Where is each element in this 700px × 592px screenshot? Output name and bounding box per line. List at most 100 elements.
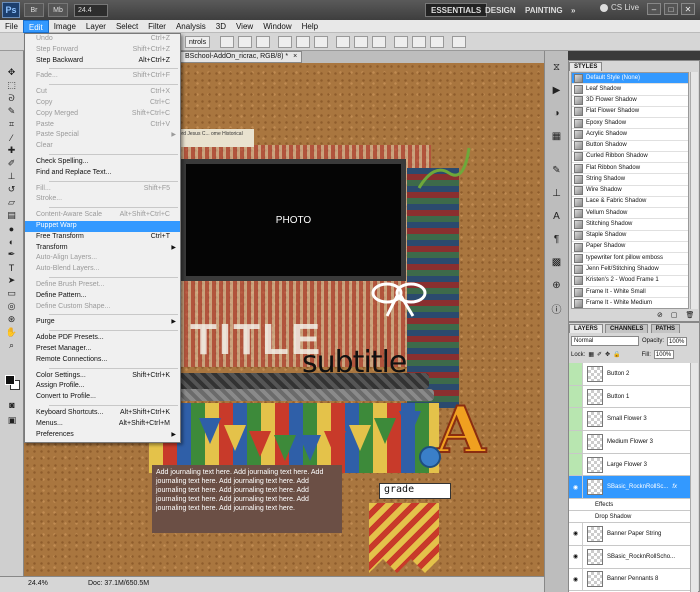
menu-layer[interactable]: Layer	[81, 20, 111, 33]
edit-menu-item-convert-to-profile[interactable]: Convert to Profile...	[25, 392, 180, 403]
layer-effect-row[interactable]: Effects	[569, 499, 691, 512]
gradient-tool-icon[interactable]: ▤	[4, 210, 20, 221]
styles-panel-tab[interactable]: STYLES	[569, 62, 603, 71]
blur-tool-icon[interactable]: ●	[4, 223, 20, 234]
style-item-lace-fabric-shadow[interactable]: Lace & Fabric Shadow	[572, 197, 688, 209]
edit-menu-item-adobe-pdf-presets[interactable]: Adobe PDF Presets...	[25, 333, 180, 344]
eraser-tool-icon[interactable]: ▱	[4, 197, 20, 208]
style-item-paper-shadow[interactable]: Paper Shadow	[572, 242, 688, 254]
clear-style-icon[interactable]: ⊘	[657, 311, 663, 319]
new-style-icon[interactable]: ▢	[671, 311, 678, 319]
cs-live-button[interactable]: CS Live	[600, 3, 639, 12]
edit-menu-item-color-settings[interactable]: Color Settings... Shift+Ctrl+K	[25, 371, 180, 382]
masks-panel-icon[interactable]: ▦	[550, 129, 564, 143]
healing-brush-tool-icon[interactable]: ✚	[4, 145, 20, 156]
menu-3d[interactable]: 3D	[211, 20, 231, 33]
tab-channels[interactable]: CHANNELS	[605, 324, 649, 333]
shape-tool-icon[interactable]: ▭	[4, 288, 20, 299]
layer-row[interactable]: Button 1	[569, 385, 691, 409]
zoom-level-field[interactable]: 24.4	[74, 3, 108, 17]
edit-menu-item-transform[interactable]: Transform ▶	[25, 243, 180, 254]
navigator-panel-icon[interactable]: ⊕	[550, 278, 564, 292]
style-item-epoxy-shadow[interactable]: Epoxy Shadow	[572, 118, 688, 130]
style-item-default-style-none[interactable]: Default Style (None)	[572, 73, 688, 85]
brush-panel-icon[interactable]: ✎	[550, 163, 564, 177]
options-controls-label[interactable]: ntrols	[185, 36, 211, 48]
edit-menu-item-step-backward[interactable]: Step Backward Alt+Ctrl+Z	[25, 56, 180, 67]
menu-window[interactable]: Window	[258, 20, 296, 33]
auto-align-icon[interactable]	[452, 36, 466, 48]
fill-field[interactable]: 100%	[653, 350, 674, 359]
distribute-center-icon[interactable]	[412, 36, 426, 48]
crop-tool-icon[interactable]: ⌗	[4, 119, 20, 130]
align-left-icon[interactable]	[278, 36, 292, 48]
blend-mode-select[interactable]: Normal	[571, 336, 639, 346]
swatches-panel-icon[interactable]: ▩	[550, 255, 564, 269]
edit-menu-item-assign-profile[interactable]: Assign Profile...	[25, 381, 180, 392]
layer-visibility-eye-icon[interactable]	[569, 408, 583, 431]
clone-stamp-tool-icon[interactable]: ⊥	[4, 171, 20, 182]
dodge-tool-icon[interactable]: ◐	[4, 236, 20, 247]
workspace-painting[interactable]: PAINTING	[520, 3, 568, 17]
style-item-wire-shadow[interactable]: Wire Shadow	[572, 186, 688, 197]
align-center-icon[interactable]	[296, 36, 310, 48]
path-selection-tool-icon[interactable]: ➤	[4, 275, 20, 286]
align-right-icon[interactable]	[314, 36, 328, 48]
edit-menu-item-define-pattern[interactable]: Define Pattern...	[25, 291, 180, 302]
edit-menu-item-puppet-warp[interactable]: Puppet Warp	[25, 220, 180, 232]
paragraph-panel-icon[interactable]: ¶	[550, 232, 564, 246]
style-item-kristen-s-2-wood-frame-1[interactable]: Kristen's 2 - Wood Frame 1	[572, 276, 688, 288]
style-item-frame-it-white-medium[interactable]: Frame It - White Medium	[572, 298, 688, 308]
layer-visibility-eye-icon[interactable]: ◉	[569, 568, 583, 591]
distribute-right-icon[interactable]	[430, 36, 444, 48]
style-item-staple-shadow[interactable]: Staple Shadow	[572, 231, 688, 242]
layer-row[interactable]: Large Flower 3	[569, 453, 691, 477]
adjustments-panel-icon[interactable]: ◑	[550, 106, 564, 120]
style-item-vellum-shadow[interactable]: Vellum Shadow	[572, 208, 688, 220]
quick-selection-tool-icon[interactable]: ✎	[4, 106, 20, 117]
lock-transparency-icon[interactable]: ▦	[588, 351, 594, 358]
layer-row[interactable]: ◉ SBasic_RocknRollSc... fx	[569, 476, 691, 500]
maximize-icon[interactable]: □	[664, 3, 678, 15]
edit-menu-item-purge[interactable]: Purge ▶	[25, 317, 180, 328]
workspace-design[interactable]: DESIGN	[480, 3, 521, 17]
layer-effect-row[interactable]: Drop Shadow	[569, 511, 691, 524]
edit-menu-item-preset-manager[interactable]: Preset Manager...	[25, 344, 180, 355]
distribute-top-icon[interactable]	[336, 36, 350, 48]
clone-source-panel-icon[interactable]: ⊥	[550, 186, 564, 200]
menu-select[interactable]: Select	[111, 20, 143, 33]
lock-position-icon[interactable]: ✥	[605, 351, 610, 358]
opacity-field[interactable]: 100%	[667, 336, 688, 346]
workspace-overflow-icon[interactable]: »	[566, 3, 580, 17]
quick-mask-icon[interactable]: ◙	[4, 399, 20, 410]
layer-visibility-eye-icon[interactable]	[569, 431, 583, 453]
menu-file[interactable]: File	[0, 20, 23, 33]
marquee-tool-icon[interactable]: ⬚	[4, 80, 20, 91]
style-item-flat-flower-shadow[interactable]: Flat Flower Shadow	[572, 107, 688, 119]
lock-all-icon[interactable]: 🔒	[613, 351, 620, 358]
layer-visibility-eye-icon[interactable]	[569, 385, 583, 408]
distribute-middle-icon[interactable]	[354, 36, 368, 48]
edit-menu-item-check-spelling[interactable]: Check Spelling...	[25, 157, 180, 168]
bridge-button[interactable]: Br	[24, 3, 44, 17]
menu-help[interactable]: Help	[297, 20, 323, 33]
history-brush-tool-icon[interactable]: ↺	[4, 184, 20, 195]
align-middle-icon[interactable]	[238, 36, 252, 48]
hand-tool-icon[interactable]: ✋	[4, 327, 20, 338]
lock-pixels-icon[interactable]: ✐	[597, 351, 602, 358]
status-doc-info[interactable]: Doc: 37.1M/650.5M	[88, 580, 149, 587]
distribute-bottom-icon[interactable]	[372, 36, 386, 48]
style-item-jenn-felt-stitching-shadow[interactable]: Jenn Felt/Stitching Shadow	[572, 265, 688, 276]
layer-visibility-eye-icon[interactable]	[569, 363, 583, 385]
move-tool-icon[interactable]: ✥	[4, 67, 20, 78]
layer-visibility-eye-icon[interactable]: ◉	[569, 523, 583, 545]
style-item-frame-it-white-small[interactable]: Frame It - White Small	[572, 287, 688, 299]
layer-row[interactable]: Small Flower 3	[569, 408, 691, 432]
layer-visibility-eye-icon[interactable]: ◉	[569, 545, 583, 568]
actions-panel-icon[interactable]: ▶	[550, 83, 564, 97]
distribute-left-icon[interactable]	[394, 36, 408, 48]
edit-menu-item-preferences[interactable]: Preferences ▶	[25, 430, 180, 441]
menu-edit[interactable]: Edit	[22, 19, 49, 33]
layer-visibility-eye-icon[interactable]: ◉	[569, 476, 583, 499]
menu-view[interactable]: View	[231, 20, 258, 33]
